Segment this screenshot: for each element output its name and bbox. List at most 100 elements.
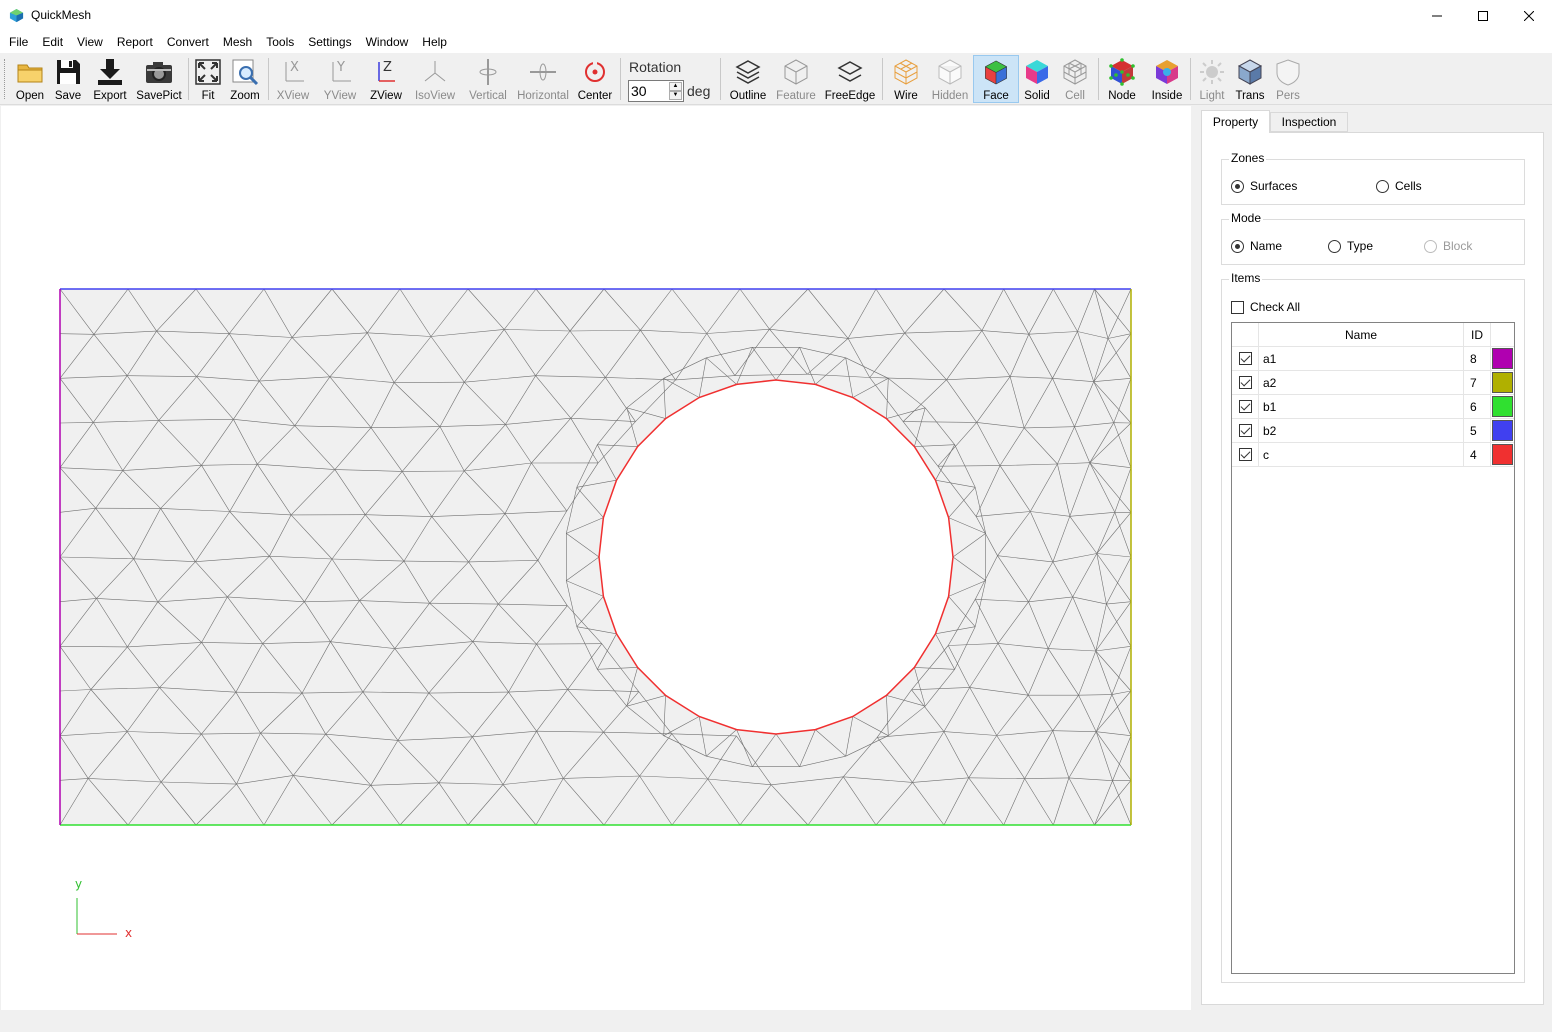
row-checkbox[interactable] bbox=[1238, 352, 1252, 365]
light-button[interactable]: Light bbox=[1196, 55, 1228, 103]
open-button[interactable]: Open bbox=[12, 55, 48, 103]
mode-title: Mode bbox=[1229, 211, 1264, 225]
menu-view[interactable]: View bbox=[70, 32, 110, 52]
save-button[interactable]: Save bbox=[50, 55, 86, 103]
center-button[interactable]: Center bbox=[576, 55, 614, 103]
name-radio-indicator bbox=[1231, 239, 1244, 253]
menu-settings[interactable]: Settings bbox=[301, 32, 358, 52]
table-row[interactable]: b2 5 bbox=[1232, 419, 1514, 443]
toolbar: Open Save Export SavePict Fit Zoom X XVi… bbox=[0, 53, 1552, 105]
header-id[interactable]: ID bbox=[1464, 323, 1491, 347]
mesh-canvas[interactable] bbox=[1, 106, 1191, 1010]
trans-button[interactable]: Trans bbox=[1232, 55, 1268, 103]
row-check-cell[interactable] bbox=[1232, 443, 1259, 466]
tab-property[interactable]: Property bbox=[1201, 110, 1270, 133]
row-color-swatch[interactable] bbox=[1492, 348, 1513, 369]
row-name-cell: b1 bbox=[1259, 395, 1464, 418]
row-check-cell[interactable] bbox=[1232, 419, 1259, 442]
horizontal-button[interactable]: Horizontal bbox=[516, 55, 570, 103]
row-check-cell[interactable] bbox=[1232, 347, 1259, 370]
menu-report[interactable]: Report bbox=[110, 32, 160, 52]
menu-file[interactable]: File bbox=[2, 32, 35, 52]
isoview-button[interactable]: IsoView bbox=[412, 55, 458, 103]
status-bar bbox=[0, 1012, 1552, 1032]
center-label: Center bbox=[577, 90, 613, 102]
table-row[interactable]: c4 bbox=[1232, 443, 1514, 467]
maximize-button[interactable] bbox=[1460, 0, 1506, 31]
table-row[interactable]: b1 6 bbox=[1232, 395, 1514, 419]
items-title: Items bbox=[1229, 271, 1263, 285]
title-bar: QuickMesh bbox=[0, 0, 1552, 31]
svg-text:X: X bbox=[290, 60, 299, 75]
tab-inspection[interactable]: Inspection bbox=[1270, 112, 1348, 132]
row-checkbox[interactable] bbox=[1238, 376, 1252, 389]
xview-label: XView bbox=[276, 90, 310, 102]
feature-button[interactable]: Feature bbox=[774, 55, 818, 103]
row-checkbox[interactable] bbox=[1238, 448, 1252, 461]
download-arrow-icon bbox=[98, 59, 122, 85]
wire-button[interactable]: Wire bbox=[888, 55, 924, 103]
outline-button[interactable]: Outline bbox=[728, 55, 768, 103]
cell-button[interactable]: Cell bbox=[1058, 55, 1092, 103]
fit-button[interactable]: Fit bbox=[192, 55, 224, 103]
table-row[interactable]: a2 7 bbox=[1232, 371, 1514, 395]
mesh-viewport[interactable]: y x bbox=[1, 106, 1191, 1010]
zoom-button[interactable]: Zoom bbox=[228, 55, 262, 103]
yview-label: YView bbox=[323, 90, 357, 102]
row-checkbox[interactable] bbox=[1238, 400, 1252, 413]
solid-button[interactable]: Solid bbox=[1020, 55, 1054, 103]
hidden-button[interactable]: Hidden bbox=[928, 55, 972, 103]
menu-mesh[interactable]: Mesh bbox=[216, 32, 259, 52]
row-check-cell[interactable] bbox=[1232, 371, 1259, 394]
mode-group: Mode Name Type Block bbox=[1221, 211, 1525, 265]
face-button[interactable]: Face bbox=[973, 55, 1019, 103]
export-label: Export bbox=[93, 90, 127, 102]
menu-help[interactable]: Help bbox=[415, 32, 454, 52]
cells-radio[interactable]: Cells bbox=[1376, 179, 1422, 193]
header-name[interactable]: Name bbox=[1259, 323, 1464, 347]
xview-button[interactable]: X XView bbox=[274, 55, 312, 103]
vertical-button[interactable]: Vertical bbox=[466, 55, 510, 103]
svg-text:Y: Y bbox=[336, 60, 345, 75]
rotation-label: Rotation bbox=[629, 59, 682, 75]
check-all-checkbox[interactable]: Check All bbox=[1231, 300, 1300, 314]
pers-label: Pers bbox=[1276, 90, 1300, 102]
row-color-swatch[interactable] bbox=[1492, 420, 1513, 441]
table-row[interactable]: a1 8 bbox=[1232, 347, 1514, 371]
minimize-button[interactable] bbox=[1414, 0, 1460, 31]
node-button[interactable]: Node bbox=[1104, 55, 1140, 103]
inside-button[interactable]: Inside bbox=[1148, 55, 1186, 103]
menu-tools[interactable]: Tools bbox=[259, 32, 301, 52]
spin-down-button[interactable]: ▼ bbox=[669, 91, 682, 100]
close-button[interactable] bbox=[1506, 0, 1552, 31]
savepict-button[interactable]: SavePict bbox=[134, 55, 184, 103]
export-button[interactable]: Export bbox=[90, 55, 130, 103]
items-group: Items Check All Name ID a1 8 a2 7 b1 6 b2 5 c 4 bbox=[1221, 271, 1525, 983]
rotation-input[interactable] bbox=[631, 83, 667, 99]
zview-button[interactable]: Z ZView bbox=[366, 55, 406, 103]
type-radio[interactable]: Type bbox=[1328, 239, 1373, 253]
surfaces-radio[interactable]: Surfaces bbox=[1231, 179, 1297, 193]
row-name-cell: b2 bbox=[1259, 419, 1464, 442]
feature-cube-icon bbox=[784, 59, 808, 85]
savepict-label: SavePict bbox=[136, 90, 182, 102]
row-color-swatch[interactable] bbox=[1492, 444, 1513, 465]
yview-button[interactable]: Y YView bbox=[320, 55, 360, 103]
block-radio-indicator bbox=[1424, 239, 1437, 253]
rotation-spinbox: ▲ ▼ bbox=[628, 80, 684, 102]
menu-edit[interactable]: Edit bbox=[35, 32, 70, 52]
row-check-cell[interactable] bbox=[1232, 395, 1259, 418]
row-color-swatch[interactable] bbox=[1492, 396, 1513, 417]
row-name-cell: a2 bbox=[1259, 371, 1464, 394]
freeedge-button[interactable]: FreeEdge bbox=[824, 55, 876, 103]
spin-up-button[interactable]: ▲ bbox=[669, 82, 682, 91]
row-color-swatch[interactable] bbox=[1492, 372, 1513, 393]
name-radio[interactable]: Name bbox=[1231, 239, 1282, 253]
pers-button[interactable]: Pers bbox=[1272, 55, 1304, 103]
solid-label: Solid bbox=[1024, 90, 1050, 102]
menu-convert[interactable]: Convert bbox=[160, 32, 216, 52]
menu-window[interactable]: Window bbox=[359, 32, 416, 52]
menu-bar: File Edit View Report Convert Mesh Tools… bbox=[0, 31, 1552, 53]
toolbar-grip[interactable] bbox=[4, 59, 7, 99]
row-checkbox[interactable] bbox=[1238, 424, 1252, 437]
